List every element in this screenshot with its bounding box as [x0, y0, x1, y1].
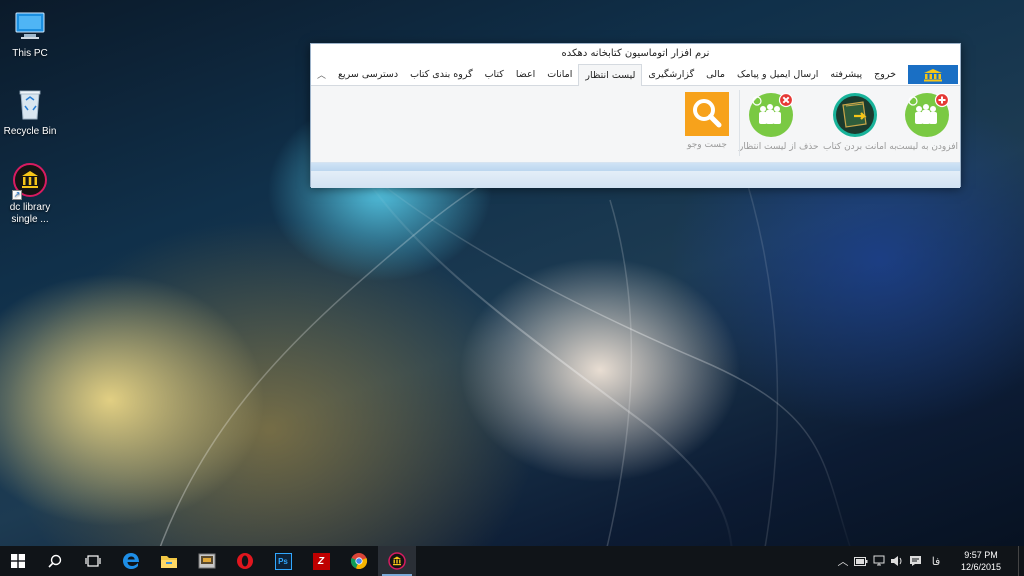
- chevron-up-icon[interactable]: ︿: [317, 68, 326, 81]
- action-center-icon[interactable]: [906, 546, 924, 576]
- window-title: نرم افزار اتوماسیون کتابخانه دهکده: [311, 44, 960, 64]
- clock-date: 12/6/2015: [960, 562, 1002, 572]
- taskbar-opera[interactable]: [226, 546, 264, 576]
- dc-library-icon: ↗: [12, 162, 48, 200]
- start-icon: [11, 554, 25, 568]
- ribbon-button-label: به امانت بردن کتاب: [823, 142, 897, 152]
- tab-quick-access[interactable]: دسترسی سریع: [332, 64, 404, 86]
- photoshop-icon: Ps: [274, 552, 292, 570]
- taskbar-app[interactable]: [188, 546, 226, 576]
- search-icon: [48, 554, 62, 568]
- search-icon: [685, 92, 729, 136]
- tab-loans[interactable]: امانات: [541, 64, 578, 86]
- chrome-icon: [350, 553, 368, 570]
- taskbar-photoshop[interactable]: Ps: [264, 546, 302, 576]
- search-button[interactable]: جست وجو: [675, 92, 739, 150]
- taskbar-search-button[interactable]: [36, 546, 74, 576]
- ribbon-panel: افزودن به لیست به امانت بردن کتاب حذف از…: [311, 86, 960, 162]
- tab-advanced[interactable]: پیشرفته: [824, 64, 868, 86]
- recycle-bin-icon: [12, 86, 48, 122]
- desktop-icon-recycle-bin[interactable]: Recycle Bin: [0, 86, 60, 138]
- computer-icon: [12, 8, 48, 44]
- tab-finance[interactable]: مالی: [700, 64, 731, 86]
- network-icon[interactable]: [870, 546, 888, 576]
- shortcut-arrow-icon: ↗: [12, 190, 22, 200]
- tab-waitlist[interactable]: لیست انتظار: [578, 64, 643, 86]
- clock[interactable]: 9:57 PM 12/6/2015: [948, 549, 1014, 573]
- app-icon: [198, 553, 216, 569]
- lend-book-icon: [832, 92, 878, 138]
- chevron-up-icon[interactable]: ︿: [834, 546, 852, 576]
- file-explorer-icon: [161, 556, 177, 568]
- clock-time: 9:57 PM: [964, 550, 998, 560]
- ribbon-tab-bar: دسترسی سریع گروه بندی کتاب کتاب اعضا اما…: [311, 64, 960, 86]
- ribbon-bottom-strip: [311, 162, 960, 171]
- ribbon-tabs: دسترسی سریع گروه بندی کتاب کتاب اعضا اما…: [332, 64, 902, 86]
- system-tray: ︿ فا 9:57 PM 12/6/2015: [834, 546, 1024, 576]
- desktop-icon-this-pc[interactable]: This PC: [0, 8, 60, 60]
- task-view-icon: [85, 555, 101, 567]
- battery-icon[interactable]: [852, 546, 870, 576]
- taskbar-dc-library[interactable]: [378, 546, 416, 576]
- ribbon-button-label: حذف از لیست انتظار: [739, 142, 819, 152]
- taskbar-edge[interactable]: [112, 546, 150, 576]
- library-app-window: نرم افزار اتوماسیون کتابخانه دهکده دسترس…: [310, 43, 961, 188]
- edge-icon: [123, 553, 139, 569]
- content-area: [311, 171, 960, 188]
- task-view-button[interactable]: [74, 546, 112, 576]
- lend-book-button[interactable]: به امانت بردن کتاب: [823, 92, 897, 152]
- volume-icon[interactable]: [888, 546, 906, 576]
- dc-library-icon: [388, 552, 406, 570]
- taskbar-file-explorer[interactable]: [150, 546, 188, 576]
- tab-exit[interactable]: خروج: [868, 64, 902, 86]
- taskbar-chrome[interactable]: [340, 546, 378, 576]
- desktop-icon-label: dc library single ...: [9, 202, 51, 225]
- taskbar: Ps Z ︿ فا 9:57 PM 12/6/2015: [0, 546, 1024, 576]
- tab-members[interactable]: اعضا: [510, 64, 541, 86]
- add-to-waitlist-button[interactable]: افزودن به لیست: [895, 92, 959, 152]
- tab-reports[interactable]: گزارشگیری: [642, 64, 700, 86]
- ribbon-button-label: جست وجو: [687, 140, 727, 150]
- tab-book-groups[interactable]: گروه بندی کتاب: [404, 64, 479, 86]
- show-desktop-button[interactable]: [1018, 546, 1024, 576]
- filezilla-icon: Z: [312, 552, 330, 570]
- tab-email-sms[interactable]: ارسال ایمیل و پیامک: [731, 64, 824, 86]
- tab-books[interactable]: کتاب: [479, 64, 510, 86]
- taskbar-filezilla[interactable]: Z: [302, 546, 340, 576]
- desktop-icon-label: Recycle Bin: [3, 126, 57, 137]
- app-menu-button[interactable]: [908, 65, 958, 84]
- input-language[interactable]: فا: [924, 546, 948, 576]
- ribbon-group-separator: [739, 90, 740, 156]
- desktop-icon-label: This PC: [12, 48, 48, 59]
- start-button[interactable]: [0, 546, 36, 576]
- desktop-icon-dc-library[interactable]: ↗ dc library single ...: [0, 162, 60, 226]
- add-to-waitlist-icon: [904, 92, 950, 138]
- opera-icon: [237, 553, 253, 569]
- ribbon-button-label: افزودن به لیست: [895, 142, 959, 152]
- remove-from-waitlist-button[interactable]: حذف از لیست انتظار: [739, 92, 819, 152]
- remove-from-waitlist-icon: [748, 92, 794, 138]
- library-building-icon: [924, 68, 942, 81]
